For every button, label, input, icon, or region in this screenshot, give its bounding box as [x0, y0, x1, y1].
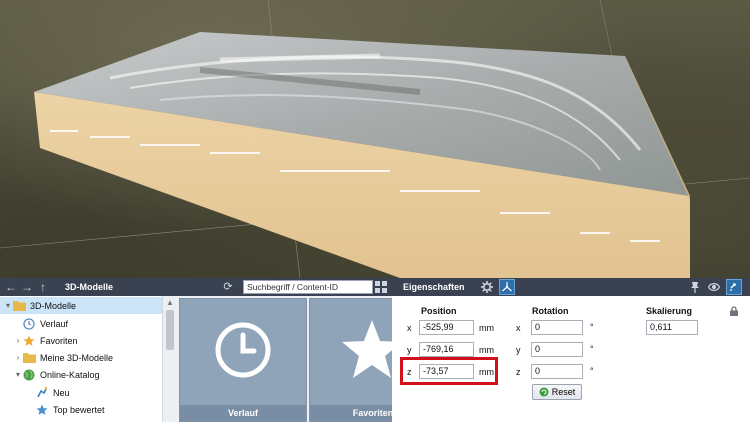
- reset-label: Reset: [551, 387, 576, 397]
- settings-gear-icon[interactable]: [480, 281, 493, 293]
- tile-label: Favoriten: [310, 405, 392, 421]
- history-icon: [23, 317, 36, 330]
- tree-item-my-models[interactable]: › Meine 3D-Modelle: [13, 349, 113, 366]
- top-rated-icon: [36, 404, 49, 416]
- collapse-arrow-icon[interactable]: ▾: [3, 301, 13, 310]
- models-toolbar: ← → ↑ 3D-Modelle ⟳ Suchbegriff / Content…: [0, 278, 392, 296]
- lock-icon[interactable]: [729, 306, 739, 316]
- highlight-box: [400, 357, 498, 385]
- transform-gizmo-icon[interactable]: [498, 279, 515, 295]
- link-toggle-icon[interactable]: [726, 279, 742, 295]
- tree-item-label: Top bewertet: [53, 404, 105, 415]
- rotation-y-unit: °: [590, 344, 594, 354]
- scale-field[interactable]: 0,611: [646, 320, 698, 335]
- refresh-icon[interactable]: ⟳: [220, 278, 236, 296]
- grid-view-icon[interactable]: [375, 281, 387, 293]
- star-icon: [23, 335, 36, 347]
- properties-toolbar: Eigenschaften: [392, 278, 750, 296]
- expand-arrow-icon[interactable]: ›: [13, 336, 23, 345]
- tree-item-top-rated[interactable]: Top bewertet: [26, 401, 105, 418]
- tile-label: Verlauf: [180, 405, 306, 421]
- tree-item-3d-models[interactable]: ▾ 3D-Modelle: [0, 297, 162, 314]
- position-x-axis-label: x: [407, 323, 412, 333]
- search-input[interactable]: Suchbegriff / Content-ID: [243, 280, 373, 294]
- position-y-unit: mm: [479, 345, 494, 355]
- folder-icon: [23, 352, 36, 364]
- rotation-x-field[interactable]: 0: [531, 320, 583, 335]
- bottom-dock: ← → ↑ 3D-Modelle ⟳ Suchbegriff / Content…: [0, 278, 750, 422]
- rotation-z-unit: °: [590, 366, 594, 376]
- tree-item-label: Neu: [53, 387, 70, 398]
- folder-icon: [13, 300, 26, 312]
- rotation-x-unit: °: [590, 322, 594, 332]
- rotation-z-field[interactable]: 0: [531, 364, 583, 379]
- model-tiles: Verlauf Favoriten: [176, 296, 392, 422]
- tree-item-history[interactable]: Verlauf: [13, 315, 68, 332]
- layout-model-render: [0, 0, 750, 278]
- position-header: Position: [421, 306, 457, 316]
- panel-title-models: 3D-Modelle: [65, 282, 114, 292]
- forward-arrow-icon[interactable]: →: [19, 278, 35, 296]
- tree-item-label: Verlauf: [40, 318, 69, 329]
- scroll-up-icon[interactable]: ▲: [166, 298, 174, 307]
- tree-item-online-catalog[interactable]: ▾ Online-Katalog: [13, 366, 100, 383]
- panel-title-properties: Eigenschaften: [403, 282, 465, 292]
- reset-button[interactable]: Reset: [532, 384, 582, 400]
- model-tree: ▾ 3D-Modelle Verlauf › Favoriten › Meine…: [0, 296, 176, 422]
- globe-icon: [23, 369, 36, 381]
- back-arrow-icon[interactable]: ←: [3, 278, 19, 296]
- position-x-field[interactable]: -525,99: [419, 320, 474, 335]
- position-x-unit: mm: [479, 323, 494, 333]
- rotation-y-axis-label: y: [516, 345, 521, 355]
- tree-item-new[interactable]: Neu: [26, 384, 70, 401]
- position-y-field[interactable]: -769,16: [419, 342, 474, 357]
- tile-history[interactable]: Verlauf: [179, 298, 307, 422]
- scale-header: Skalierung: [646, 306, 693, 316]
- clock-icon: [215, 322, 271, 378]
- rotation-y-field[interactable]: 0: [531, 342, 583, 357]
- tree-item-label: Favoriten: [40, 335, 78, 346]
- eye-icon[interactable]: [708, 282, 720, 292]
- tile-favorites[interactable]: Favoriten: [309, 298, 392, 422]
- position-y-axis-label: y: [407, 345, 412, 355]
- up-arrow-icon[interactable]: ↑: [35, 278, 51, 296]
- tree-item-label: Meine 3D-Modelle: [40, 352, 114, 363]
- tree-scrollbar[interactable]: ▲: [162, 296, 176, 422]
- 3d-viewport[interactable]: [0, 0, 750, 278]
- expand-arrow-icon[interactable]: ›: [13, 353, 23, 362]
- scroll-thumb[interactable]: [166, 310, 174, 350]
- reset-icon: [539, 387, 549, 397]
- collapse-arrow-icon[interactable]: ▾: [13, 370, 23, 379]
- tree-item-favorites[interactable]: › Favoriten: [13, 332, 78, 349]
- pin-icon[interactable]: [690, 281, 700, 293]
- properties-panel: Position Rotation Skalierung x -525,99 m…: [392, 296, 750, 422]
- tree-item-label: Online-Katalog: [40, 369, 100, 380]
- rotation-z-axis-label: z: [516, 367, 521, 377]
- star-icon: [342, 320, 392, 378]
- rotation-x-axis-label: x: [516, 323, 521, 333]
- rotation-header: Rotation: [532, 306, 569, 316]
- new-icon: [36, 386, 49, 399]
- tree-item-label: 3D-Modelle: [30, 300, 77, 311]
